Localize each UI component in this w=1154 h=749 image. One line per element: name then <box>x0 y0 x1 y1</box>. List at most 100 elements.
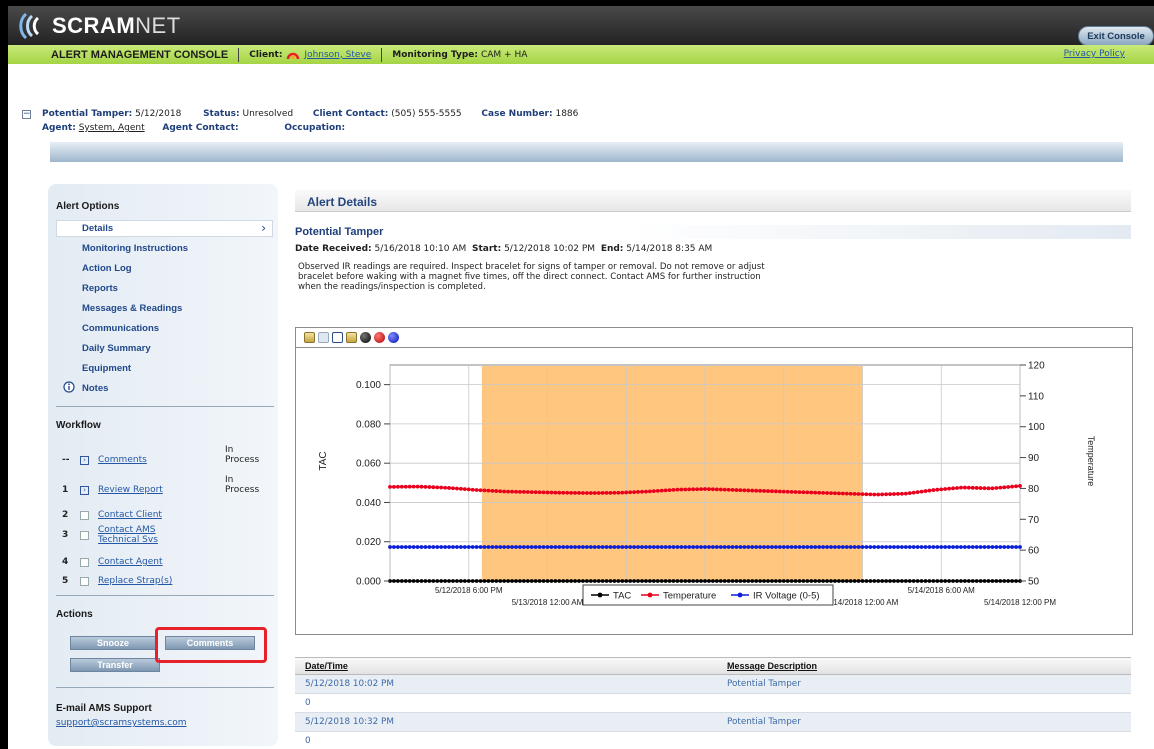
column-header-description[interactable]: Message Description <box>727 661 817 671</box>
sidebar-item-messages-readings[interactable]: Messages & Readings <box>82 303 182 314</box>
exit-console-button[interactable]: Exit Console <box>1078 26 1154 46</box>
ir-voltage-0-5-point <box>415 545 420 549</box>
workflow-link-review-report[interactable]: Review Report <box>98 485 163 495</box>
client-name-link[interactable]: Johnson, Steve <box>304 50 371 60</box>
support-email-link[interactable]: support@scramsystems.com <box>56 718 186 728</box>
expand-arrow-icon[interactable]: › <box>80 455 89 465</box>
workflow-link-contact-agent[interactable]: Contact Agent <box>98 557 163 567</box>
ir-voltage-0-5-point <box>403 545 408 549</box>
expand-arrow-icon[interactable]: › <box>80 485 89 495</box>
temperature-point <box>482 488 487 493</box>
ir-voltage-0-5-point <box>577 545 581 549</box>
column-header-datetime[interactable]: Date/Time <box>305 661 727 671</box>
table-row[interactable]: 5/12/2018 10:02 PM Potential Tamper <box>295 675 1131 694</box>
ir-voltage-0-5-point <box>502 545 507 549</box>
temperature-point <box>726 487 731 492</box>
temperature-point <box>868 492 873 497</box>
cell-description: Potential Tamper <box>727 717 801 727</box>
ir-voltage-0-5-point <box>482 545 487 549</box>
table-row[interactable]: 0 <box>295 694 1131 713</box>
table-view-icon[interactable] <box>332 332 343 343</box>
sidebar-item-daily-summary[interactable]: Daily Summary <box>82 343 151 354</box>
sidebar-item-reports[interactable]: Reports <box>82 283 118 294</box>
temperature-point <box>600 491 605 495</box>
tac-point <box>998 579 1003 583</box>
temperature-point <box>710 487 715 492</box>
temperature-point <box>592 491 597 495</box>
workflow-checkbox[interactable] <box>80 530 89 540</box>
workflow-link-contact-ams[interactable]: Contact AMS Technical Svs <box>98 525 198 545</box>
tac-point <box>860 579 865 583</box>
workflow-num: 5 <box>62 576 69 586</box>
temperature-point <box>644 489 648 494</box>
temperature-point <box>903 491 908 496</box>
temperature-point <box>569 490 574 495</box>
workflow-checkbox[interactable] <box>80 510 89 520</box>
workflow-link-replace-strap[interactable]: Replace Strap(s) <box>98 576 172 586</box>
temperature-point <box>604 490 609 495</box>
tac-point <box>750 579 755 583</box>
collapse-toggle-icon[interactable]: − <box>22 110 31 119</box>
transfer-button[interactable]: Transfer <box>70 658 160 672</box>
ir-voltage-0-5-point <box>455 545 459 549</box>
ir-voltage-0-5-point <box>927 545 932 549</box>
ir-voltage-0-5-point <box>903 545 908 549</box>
tac-point <box>844 579 849 583</box>
export-icon[interactable] <box>304 332 315 343</box>
ir-voltage-0-5-point <box>561 545 566 549</box>
tac-point <box>498 579 503 583</box>
properties-icon[interactable] <box>346 332 357 343</box>
tac-point <box>742 579 747 583</box>
scramnet-logo: SCRAMNET <box>16 12 181 40</box>
sidebar-item-monitoring-instructions[interactable]: Monitoring Instructions <box>82 243 188 254</box>
privacy-policy-link[interactable]: Privacy Policy <box>1064 49 1125 59</box>
workflow-checkbox[interactable] <box>80 557 89 567</box>
sidebar-item-equipment[interactable]: Equipment <box>82 363 131 374</box>
received-label: Date Received: <box>295 244 372 254</box>
workflow-link-contact-client[interactable]: Contact Client <box>98 510 162 520</box>
ir-voltage-0-5-point <box>419 545 424 549</box>
tac-point <box>864 579 869 583</box>
ir-voltage-0-5-point <box>478 545 483 549</box>
tac-point <box>959 579 963 583</box>
sidebar-item-communications[interactable]: Communications <box>82 323 159 334</box>
tac-point <box>829 579 833 583</box>
ir-voltage-0-5-point <box>809 545 814 549</box>
temperature-point <box>1010 484 1015 489</box>
sidebar-item-details[interactable]: Details <box>82 223 113 234</box>
table-row[interactable]: 0 <box>295 732 1131 749</box>
ir-voltage-0-5-point <box>699 545 703 549</box>
tac-point <box>821 579 826 583</box>
tac-series-toggle-icon[interactable] <box>360 332 371 343</box>
tac-point <box>620 579 625 583</box>
temperature-point <box>911 490 916 495</box>
temperature-series-toggle-icon[interactable] <box>374 332 385 343</box>
sidebar-item-action-log[interactable]: Action Log <box>82 263 132 274</box>
snooze-button[interactable]: Snooze <box>70 636 156 650</box>
ir-voltage-0-5-point <box>856 545 861 549</box>
agent-value[interactable]: System, Agent <box>79 123 145 133</box>
temperature-point <box>1014 484 1018 489</box>
tac-point <box>955 579 959 583</box>
sidebar-item-notes[interactable]: Notes <box>82 383 108 394</box>
ir-voltage-0-5-point <box>833 545 837 549</box>
temperature-point <box>553 490 558 495</box>
table-row[interactable]: 5/12/2018 10:32 PM Potential Tamper <box>295 713 1131 732</box>
ir-series-toggle-icon[interactable] <box>388 332 399 343</box>
tac-point <box>569 579 574 583</box>
ir-voltage-0-5-point <box>608 545 613 549</box>
ir-voltage-0-5-point <box>951 545 955 549</box>
ir-voltage-0-5-point <box>872 545 877 549</box>
ir-voltage-0-5-point <box>742 545 747 549</box>
temperature-point <box>880 492 885 497</box>
workflow-checkbox[interactable] <box>80 576 89 586</box>
ir-voltage-0-5-point <box>1006 545 1011 549</box>
ir-voltage-0-5-point <box>427 545 432 549</box>
ir-voltage-0-5-point <box>435 545 440 549</box>
copy-icon[interactable] <box>318 332 329 343</box>
tac-point <box>443 579 448 583</box>
ir-voltage-0-5-point <box>667 545 672 549</box>
workflow-link-comments[interactable]: Comments <box>98 455 147 465</box>
y-tick-label: 0.020 <box>356 537 381 548</box>
tac-point <box>596 579 601 583</box>
